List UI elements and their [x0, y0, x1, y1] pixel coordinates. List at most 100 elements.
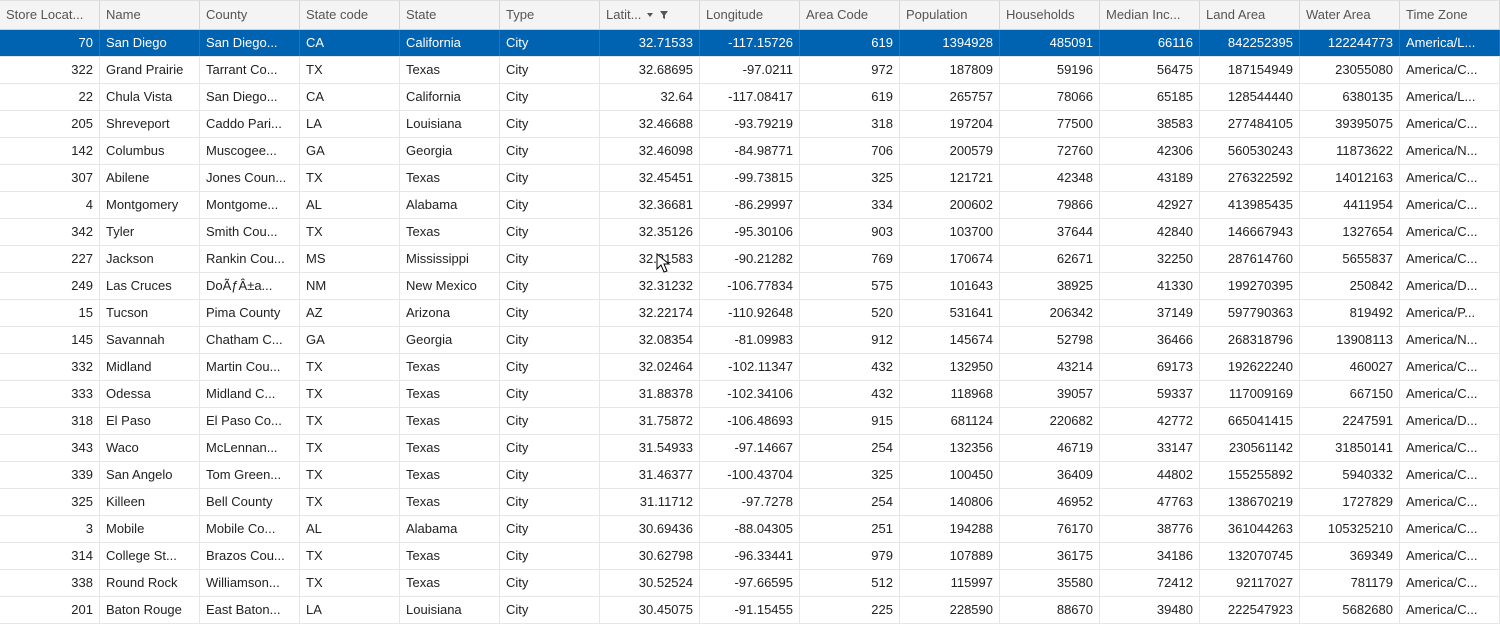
- cell-store_loc[interactable]: 314: [0, 543, 100, 569]
- cell-population[interactable]: 228590: [900, 597, 1000, 623]
- cell-longitude[interactable]: -84.98771: [700, 138, 800, 164]
- cell-longitude[interactable]: -96.33441: [700, 543, 800, 569]
- cell-state[interactable]: Texas: [400, 57, 500, 83]
- cell-households[interactable]: 36409: [1000, 462, 1100, 488]
- cell-name[interactable]: Waco: [100, 435, 200, 461]
- cell-median_inc[interactable]: 38776: [1100, 516, 1200, 542]
- table-row[interactable]: 3MobileMobile Co...ALAlabamaCity30.69436…: [0, 516, 1500, 543]
- cell-water_area[interactable]: 250842: [1300, 273, 1400, 299]
- cell-time_zone[interactable]: America/C...: [1400, 462, 1500, 488]
- cell-store_loc[interactable]: 3: [0, 516, 100, 542]
- cell-area_code[interactable]: 432: [800, 381, 900, 407]
- cell-type[interactable]: City: [500, 57, 600, 83]
- cell-longitude[interactable]: -97.7278: [700, 489, 800, 515]
- cell-type[interactable]: City: [500, 381, 600, 407]
- cell-median_inc[interactable]: 59337: [1100, 381, 1200, 407]
- cell-time_zone[interactable]: America/L...: [1400, 84, 1500, 110]
- cell-county[interactable]: DoÃƒÂ±a...: [200, 273, 300, 299]
- cell-water_area[interactable]: 1727829: [1300, 489, 1400, 515]
- cell-store_loc[interactable]: 142: [0, 138, 100, 164]
- cell-population[interactable]: 1394928: [900, 30, 1000, 56]
- column-header-latitude[interactable]: Latit...: [600, 1, 700, 29]
- cell-area_code[interactable]: 251: [800, 516, 900, 542]
- cell-median_inc[interactable]: 32250: [1100, 246, 1200, 272]
- column-header-area_code[interactable]: Area Code: [800, 1, 900, 29]
- cell-land_area[interactable]: 230561142: [1200, 435, 1300, 461]
- cell-type[interactable]: City: [500, 111, 600, 137]
- cell-state[interactable]: New Mexico: [400, 273, 500, 299]
- cell-latitude[interactable]: 30.69436: [600, 516, 700, 542]
- cell-store_loc[interactable]: 307: [0, 165, 100, 191]
- cell-land_area[interactable]: 361044263: [1200, 516, 1300, 542]
- cell-land_area[interactable]: 560530243: [1200, 138, 1300, 164]
- cell-median_inc[interactable]: 37149: [1100, 300, 1200, 326]
- cell-median_inc[interactable]: 38583: [1100, 111, 1200, 137]
- cell-area_code[interactable]: 979: [800, 543, 900, 569]
- cell-county[interactable]: Smith Cou...: [200, 219, 300, 245]
- cell-land_area[interactable]: 128544440: [1200, 84, 1300, 110]
- cell-households[interactable]: 77500: [1000, 111, 1100, 137]
- cell-store_loc[interactable]: 332: [0, 354, 100, 380]
- cell-county[interactable]: Caddo Pari...: [200, 111, 300, 137]
- cell-name[interactable]: El Paso: [100, 408, 200, 434]
- cell-area_code[interactable]: 769: [800, 246, 900, 272]
- cell-time_zone[interactable]: America/N...: [1400, 138, 1500, 164]
- cell-median_inc[interactable]: 42772: [1100, 408, 1200, 434]
- cell-state_code[interactable]: AL: [300, 516, 400, 542]
- cell-store_loc[interactable]: 205: [0, 111, 100, 137]
- table-row[interactable]: 145SavannahChatham C...GAGeorgiaCity32.0…: [0, 327, 1500, 354]
- cell-store_loc[interactable]: 145: [0, 327, 100, 353]
- cell-state[interactable]: Mississippi: [400, 246, 500, 272]
- cell-latitude[interactable]: 30.52524: [600, 570, 700, 596]
- cell-households[interactable]: 36175: [1000, 543, 1100, 569]
- cell-state_code[interactable]: NM: [300, 273, 400, 299]
- cell-area_code[interactable]: 575: [800, 273, 900, 299]
- cell-name[interactable]: Abilene: [100, 165, 200, 191]
- cell-longitude[interactable]: -117.15726: [700, 30, 800, 56]
- cell-time_zone[interactable]: America/D...: [1400, 273, 1500, 299]
- cell-area_code[interactable]: 325: [800, 165, 900, 191]
- cell-water_area[interactable]: 667150: [1300, 381, 1400, 407]
- cell-store_loc[interactable]: 318: [0, 408, 100, 434]
- cell-land_area[interactable]: 268318796: [1200, 327, 1300, 353]
- cell-time_zone[interactable]: America/C...: [1400, 165, 1500, 191]
- cell-land_area[interactable]: 92117027: [1200, 570, 1300, 596]
- cell-land_area[interactable]: 222547923: [1200, 597, 1300, 623]
- cell-name[interactable]: Killeen: [100, 489, 200, 515]
- cell-time_zone[interactable]: America/P...: [1400, 300, 1500, 326]
- cell-state_code[interactable]: TX: [300, 543, 400, 569]
- cell-population[interactable]: 100450: [900, 462, 1000, 488]
- cell-time_zone[interactable]: America/C...: [1400, 489, 1500, 515]
- cell-store_loc[interactable]: 70: [0, 30, 100, 56]
- cell-median_inc[interactable]: 42927: [1100, 192, 1200, 218]
- cell-population[interactable]: 121721: [900, 165, 1000, 191]
- cell-type[interactable]: City: [500, 408, 600, 434]
- cell-state[interactable]: Louisiana: [400, 111, 500, 137]
- cell-median_inc[interactable]: 36466: [1100, 327, 1200, 353]
- cell-state_code[interactable]: LA: [300, 111, 400, 137]
- cell-median_inc[interactable]: 47763: [1100, 489, 1200, 515]
- cell-population[interactable]: 170674: [900, 246, 1000, 272]
- cell-land_area[interactable]: 138670219: [1200, 489, 1300, 515]
- cell-land_area[interactable]: 199270395: [1200, 273, 1300, 299]
- column-header-state_code[interactable]: State code: [300, 1, 400, 29]
- cell-store_loc[interactable]: 338: [0, 570, 100, 596]
- cell-population[interactable]: 200579: [900, 138, 1000, 164]
- cell-state_code[interactable]: TX: [300, 165, 400, 191]
- cell-latitude[interactable]: 32.31232: [600, 273, 700, 299]
- cell-median_inc[interactable]: 33147: [1100, 435, 1200, 461]
- column-header-median_inc[interactable]: Median Inc...: [1100, 1, 1200, 29]
- cell-water_area[interactable]: 11873622: [1300, 138, 1400, 164]
- cell-state_code[interactable]: GA: [300, 138, 400, 164]
- cell-state[interactable]: California: [400, 30, 500, 56]
- table-row[interactable]: 325KilleenBell CountyTXTexasCity31.11712…: [0, 489, 1500, 516]
- column-header-store_loc[interactable]: Store Locat...: [0, 1, 100, 29]
- cell-land_area[interactable]: 187154949: [1200, 57, 1300, 83]
- cell-median_inc[interactable]: 66116: [1100, 30, 1200, 56]
- cell-state[interactable]: Texas: [400, 219, 500, 245]
- cell-state_code[interactable]: TX: [300, 489, 400, 515]
- cell-water_area[interactable]: 369349: [1300, 543, 1400, 569]
- cell-households[interactable]: 46719: [1000, 435, 1100, 461]
- cell-time_zone[interactable]: America/C...: [1400, 543, 1500, 569]
- cell-land_area[interactable]: 413985435: [1200, 192, 1300, 218]
